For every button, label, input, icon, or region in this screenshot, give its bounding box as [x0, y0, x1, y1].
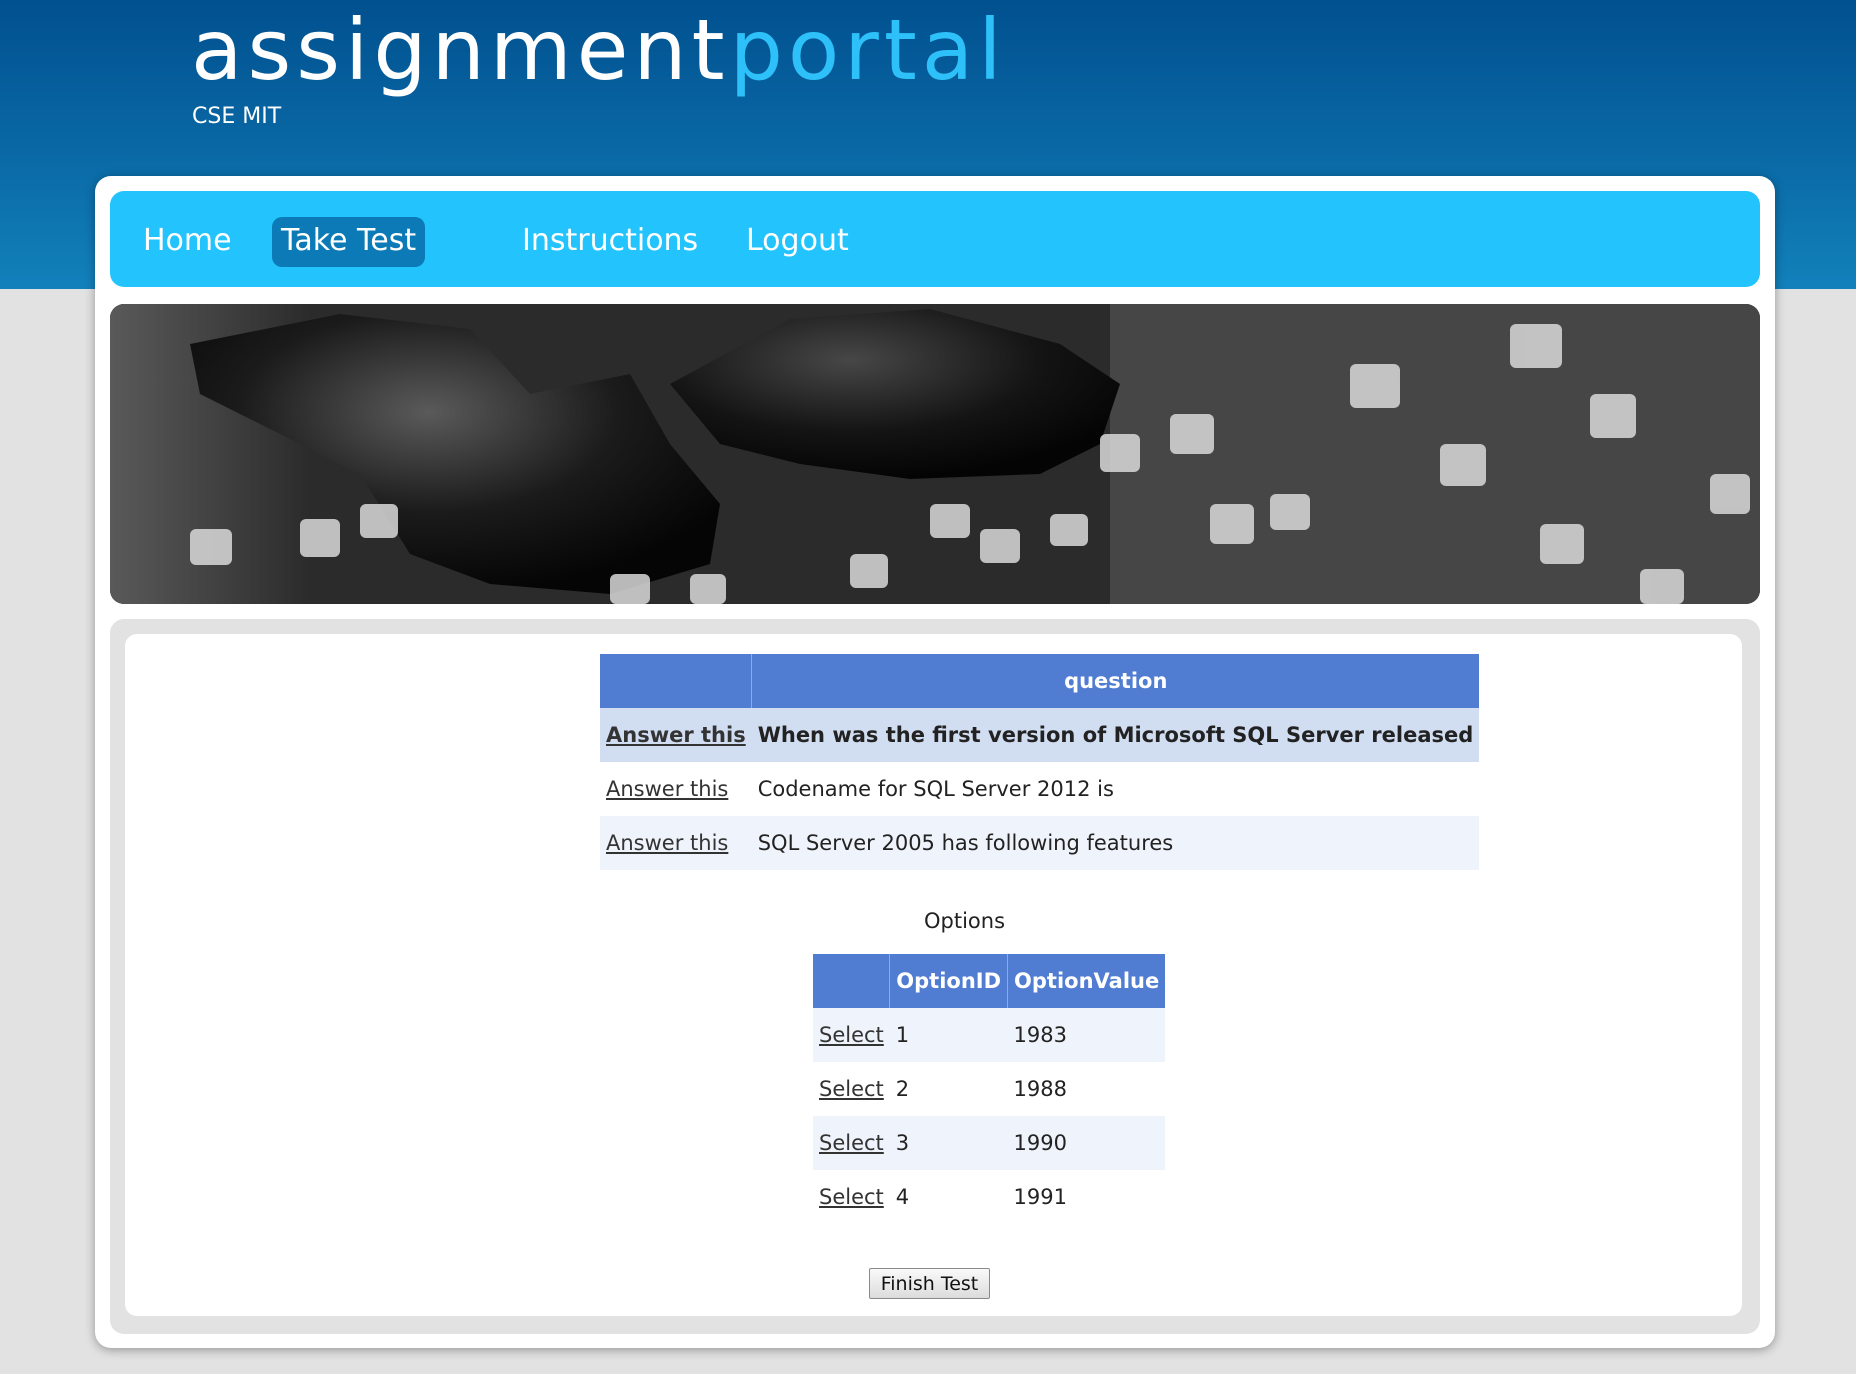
logo-word-assignment: assignment — [191, 1, 730, 99]
question-action-cell: Answer this — [600, 816, 752, 870]
nav-instructions[interactable]: Instructions — [522, 217, 698, 267]
questions-header-row: question — [600, 654, 1480, 708]
site-logo: assignmentportal — [191, 2, 1007, 99]
option-action-cell: Select — [813, 1062, 890, 1116]
site-tagline: CSE MIT — [192, 104, 282, 129]
option-value: 1988 — [1013, 1077, 1067, 1101]
question-text: When was the first version of Microsoft … — [751, 708, 1480, 762]
question-row: Answer this Codename for SQL Server 2012… — [600, 762, 1479, 816]
option-id: 1 — [889, 1008, 1008, 1062]
options-table: OptionID OptionValue Select 1 1983 Selec… — [813, 954, 1166, 1224]
logo-word-portal: portal — [729, 1, 1007, 99]
answer-this-link[interactable]: Answer this — [606, 831, 728, 855]
finish-test-button[interactable]: Finish Test — [869, 1268, 990, 1299]
questions-col-question: question — [751, 654, 1480, 708]
option-value: 1990 — [1007, 1116, 1166, 1170]
nav-take-test[interactable]: Take Test — [272, 217, 426, 267]
content-panel: question Answer this When was the first … — [110, 619, 1760, 1334]
question-text: Codename for SQL Server 2012 is — [757, 777, 1114, 801]
options-col-action — [813, 954, 890, 1008]
option-id: 3 — [889, 1116, 1008, 1170]
select-option-link[interactable]: Select — [819, 1023, 884, 1047]
question-row-selected: Answer this When was the first version o… — [600, 708, 1480, 762]
option-id: 4 — [895, 1185, 910, 1209]
answer-this-link[interactable]: Answer this — [606, 777, 728, 801]
nav-logout[interactable]: Logout — [746, 217, 849, 267]
option-row: Select 4 1991 — [813, 1170, 1165, 1224]
option-row: Select 2 1988 — [813, 1062, 1165, 1116]
option-action-cell: Select — [813, 1008, 890, 1062]
option-id: 2 — [895, 1077, 910, 1101]
options-header-row: OptionID OptionValue — [813, 954, 1166, 1008]
questions-col-action — [600, 654, 752, 708]
options-caption: Options — [923, 909, 1006, 933]
question-action-cell: Answer this — [600, 708, 752, 762]
option-action-cell: Select — [813, 1170, 890, 1224]
hero-banner-image — [110, 304, 1760, 604]
page-container: Home Take Test Instructions Logout quest… — [95, 176, 1775, 1348]
option-value: 1983 — [1007, 1008, 1166, 1062]
options-col-id: OptionID — [889, 954, 1008, 1008]
answer-this-link[interactable]: Answer this — [606, 723, 746, 747]
question-text: SQL Server 2005 has following features — [751, 816, 1480, 870]
questions-table: question Answer this When was the first … — [600, 654, 1480, 870]
option-value: 1991 — [1013, 1185, 1067, 1209]
question-action-cell: Answer this — [600, 762, 752, 816]
option-row: Select 1 1983 — [813, 1008, 1166, 1062]
banner-photo-art — [110, 304, 1760, 604]
question-row: Answer this SQL Server 2005 has followin… — [600, 816, 1480, 870]
option-action-cell: Select — [813, 1116, 890, 1170]
nav-home[interactable]: Home — [143, 217, 232, 267]
select-option-link[interactable]: Select — [819, 1077, 884, 1101]
content-area: question Answer this When was the first … — [125, 634, 1742, 1316]
option-row: Select 3 1990 — [813, 1116, 1166, 1170]
select-option-link[interactable]: Select — [819, 1185, 884, 1209]
main-nav: Home Take Test Instructions Logout — [110, 191, 1760, 287]
select-option-link[interactable]: Select — [819, 1131, 884, 1155]
options-col-value: OptionValue — [1007, 954, 1166, 1008]
